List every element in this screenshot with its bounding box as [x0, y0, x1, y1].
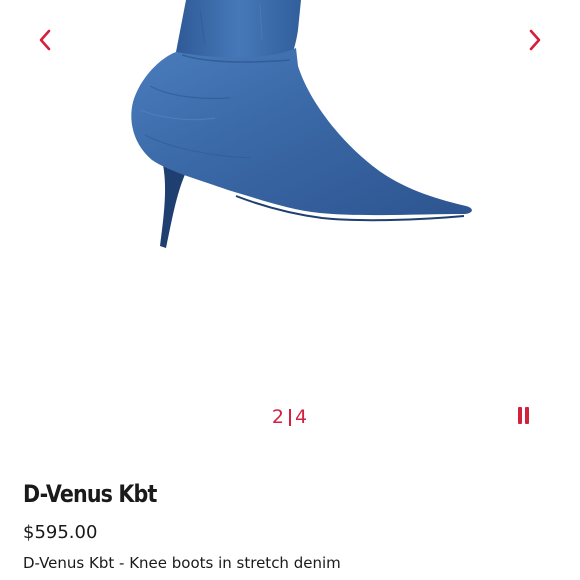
- pause-slideshow-button[interactable]: [510, 402, 536, 428]
- total-images-number: 4: [295, 406, 309, 428]
- previous-image-button[interactable]: [27, 22, 63, 58]
- pause-icon: [517, 406, 522, 424]
- product-description: D-Venus Kbt - Knee boots in stretch deni…: [23, 554, 341, 572]
- pager-divider: [289, 408, 291, 426]
- current-image-number: 2: [271, 406, 285, 428]
- product-price: $595.00: [23, 522, 98, 543]
- next-image-button[interactable]: [517, 22, 553, 58]
- image-pager: 2 4: [250, 403, 330, 431]
- chevron-right-icon: [529, 29, 541, 51]
- pause-icon-bar: [524, 406, 529, 424]
- product-name: D-Venus Kbt: [23, 480, 157, 508]
- product-image-gallery[interactable]: 2 4: [0, 0, 580, 455]
- product-page: 2 4 D-Venus Kbt $595.00 D-Venus Kbt - Kn…: [0, 0, 580, 580]
- product-info: D-Venus Kbt $595.00 D-Venus Kbt - Knee b…: [23, 476, 563, 574]
- product-image[interactable]: [0, 0, 580, 400]
- chevron-left-icon: [39, 29, 51, 51]
